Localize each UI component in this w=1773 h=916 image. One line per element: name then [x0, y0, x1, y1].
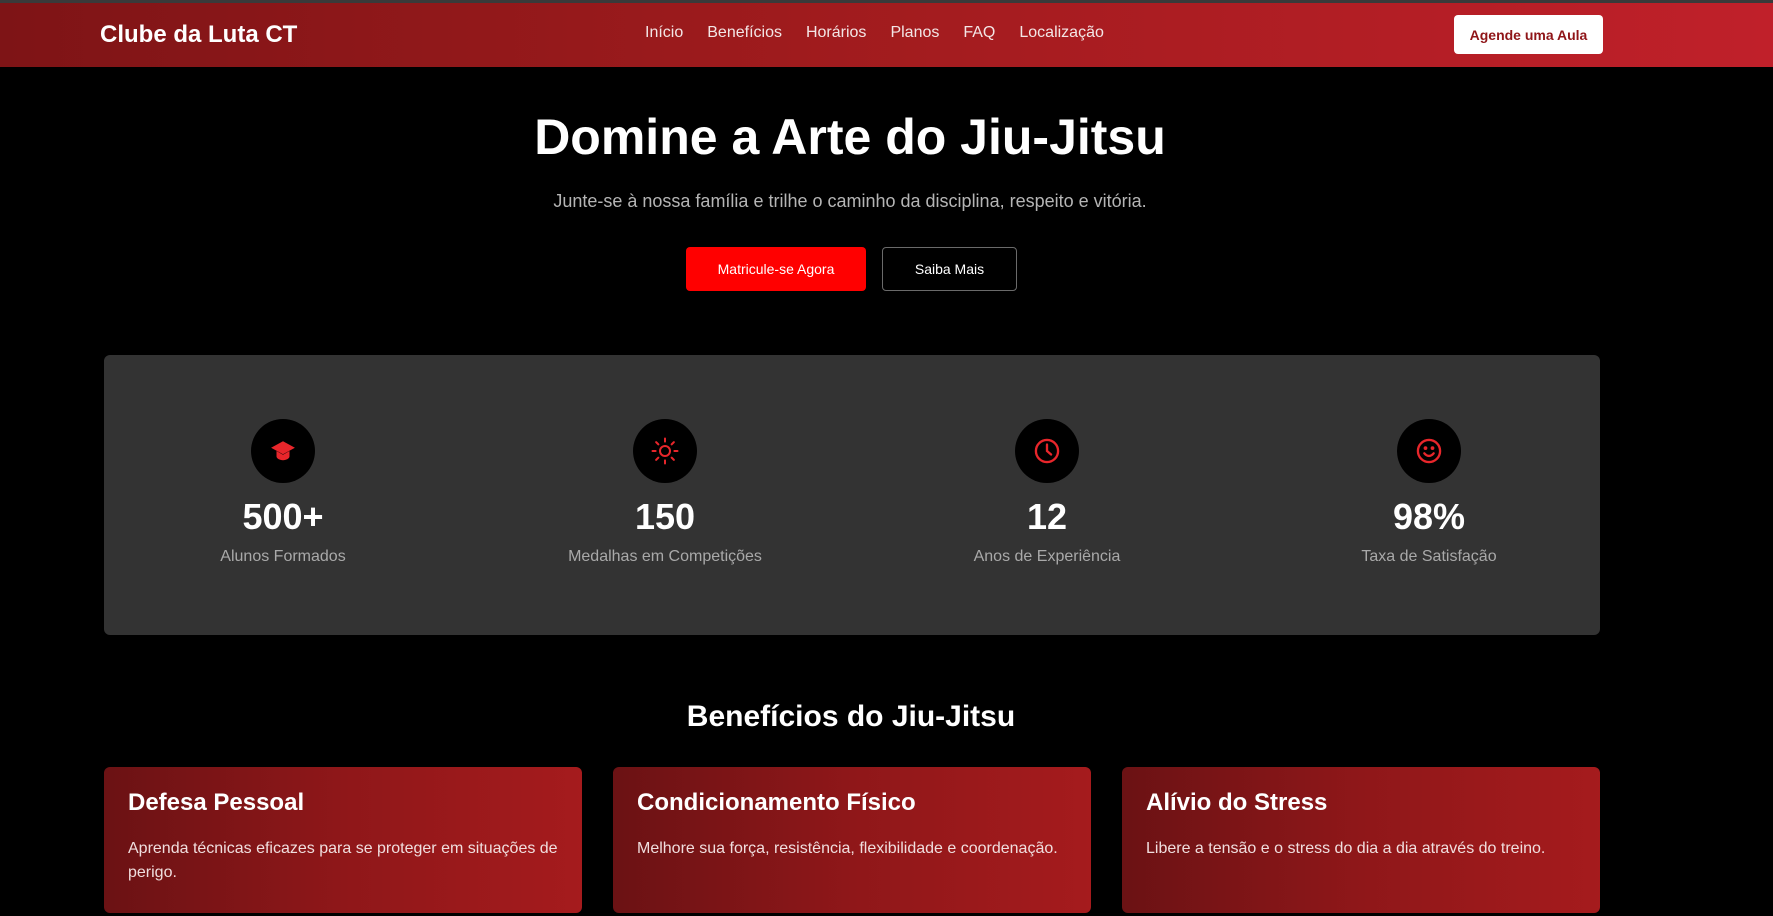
benefit-card-text: Aprenda técnicas eficazes para se proteg… — [128, 840, 558, 881]
sun-icon — [633, 419, 697, 483]
stat-label: Medalhas em Competições — [568, 548, 762, 565]
benefit-card-text: Libere a tensão e o stress do dia a dia … — [1146, 840, 1546, 857]
learn-more-button[interactable]: Saiba Mais — [882, 247, 1017, 291]
brand-logo-text[interactable]: Clube da Luta CT — [100, 21, 297, 49]
stat-label: Anos de Experiência — [973, 548, 1121, 565]
stats-panel: 500+ Alunos Formados 150 Medalhas em Com… — [104, 355, 1600, 635]
nav-link-beneficios[interactable]: Benefícios — [707, 24, 782, 42]
nav-link-localizacao[interactable]: Localização — [1019, 24, 1104, 42]
nav-link-horarios[interactable]: Horários — [806, 24, 866, 42]
nav-link-planos[interactable]: Planos — [890, 24, 939, 42]
hero-subtitle: Junte-se à nossa família e trilhe o cami… — [553, 191, 1147, 211]
smile-icon — [1397, 419, 1461, 483]
stat-experience: 12 Anos de Experiência — [897, 355, 1197, 635]
benefit-card-title: Alívio do Stress — [1146, 789, 1328, 816]
hero-title: Domine a Arte do Jiu-Jitsu — [534, 109, 1166, 165]
benefit-card-title: Defesa Pessoal — [128, 789, 305, 816]
schedule-class-button[interactable]: Agende uma Aula — [1454, 15, 1603, 54]
stat-value: 150 — [634, 496, 696, 537]
clock-icon — [1015, 419, 1079, 483]
stat-medals: 150 Medalhas em Competições — [515, 355, 815, 635]
nav-link-inicio[interactable]: Início — [645, 24, 683, 42]
stat-label: Alunos Formados — [220, 548, 346, 565]
stat-label: Taxa de Satisfação — [1361, 548, 1497, 565]
enroll-now-button[interactable]: Matricule-se Agora — [686, 247, 866, 291]
benefit-card-stress-relief: Alívio do Stress Libere a tensão e o str… — [1122, 767, 1600, 913]
benefit-card-self-defense: Defesa Pessoal Aprenda técnicas eficazes… — [104, 767, 582, 913]
stat-value: 500+ — [242, 496, 324, 537]
benefit-card-conditioning: Condicionamento Físico Melhore sua força… — [613, 767, 1091, 913]
benefit-card-text: Melhore sua força, resistência, flexibil… — [637, 840, 1058, 857]
nav-link-faq[interactable]: FAQ — [963, 24, 995, 42]
nav-links: Início Benefícios Horários Planos FAQ Lo… — [645, 24, 1128, 42]
benefits-section-title: Benefícios do Jiu-Jitsu — [686, 700, 1016, 733]
stat-value: 12 — [1026, 496, 1068, 537]
graduation-cap-icon — [251, 419, 315, 483]
stat-students: 500+ Alunos Formados — [133, 355, 433, 635]
stat-value: 98% — [1392, 496, 1466, 537]
stat-satisfaction: 98% Taxa de Satisfação — [1279, 355, 1579, 635]
navbar: Clube da Luta CT Início Benefícios Horár… — [0, 3, 1773, 67]
benefit-card-title: Condicionamento Físico — [637, 789, 916, 816]
